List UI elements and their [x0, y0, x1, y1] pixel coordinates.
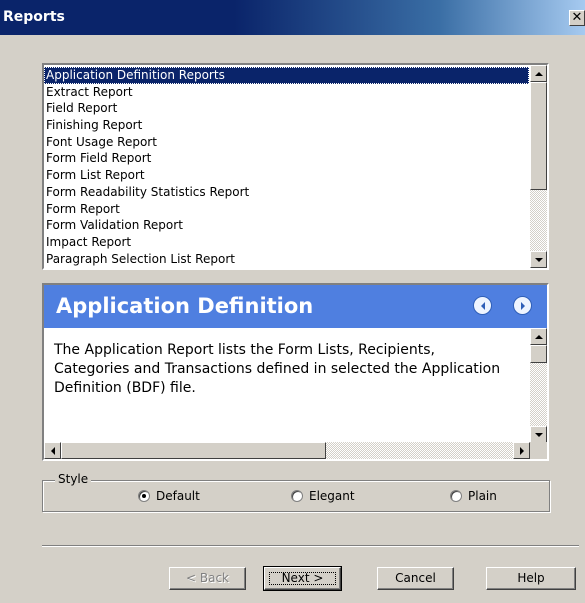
- description-panel: Application Definition The Application R…: [42, 283, 549, 461]
- radio-checked-icon: [138, 490, 150, 502]
- back-button[interactable]: < Back: [169, 567, 246, 590]
- list-item[interactable]: Paragraph Selection List Report: [44, 251, 529, 268]
- style-group-label: Style: [55, 472, 92, 486]
- arrow-up-icon: [534, 334, 543, 339]
- radio-label: Default: [156, 489, 200, 503]
- description-vertical-scrollbar[interactable]: [530, 328, 547, 443]
- report-list-items: Application Definition Reports Extract R…: [44, 67, 529, 267]
- list-item[interactable]: Impact Report: [44, 234, 529, 251]
- scroll-thumb[interactable]: [61, 442, 326, 459]
- list-item[interactable]: Font Usage Report: [44, 134, 529, 151]
- radio-unchecked-icon: [450, 490, 462, 502]
- description-title: Application Definition: [56, 294, 314, 318]
- list-item[interactable]: Form Field Report: [44, 150, 529, 167]
- list-item[interactable]: Form Validation Report: [44, 217, 529, 234]
- scroll-left-button[interactable]: [44, 442, 61, 459]
- scroll-up-button[interactable]: [530, 328, 547, 345]
- style-group: Style Default Elegant Plain: [42, 472, 550, 512]
- arrow-down-icon: [534, 432, 543, 437]
- list-item[interactable]: Application Definition Reports: [44, 67, 529, 84]
- radio-label: Plain: [468, 489, 497, 503]
- scroll-down-button[interactable]: [530, 251, 547, 268]
- description-text: The Application Report lists the Form Li…: [54, 342, 501, 396]
- previous-report-button[interactable]: [473, 296, 492, 315]
- list-item[interactable]: Form Readability Statistics Report: [44, 184, 529, 201]
- scroll-up-button[interactable]: [530, 65, 547, 82]
- radio-unchecked-icon: [291, 490, 303, 502]
- list-vertical-scrollbar[interactable]: [530, 65, 547, 268]
- title-bar: Reports ✕: [0, 0, 585, 35]
- style-radio-plain[interactable]: Plain: [450, 489, 497, 503]
- style-radio-default[interactable]: Default: [138, 489, 200, 503]
- list-item[interactable]: Finishing Report: [44, 117, 529, 134]
- arrow-up-icon: [534, 71, 543, 76]
- arrow-left-icon: [480, 301, 485, 310]
- button-separator: [42, 545, 579, 547]
- radio-label: Elegant: [309, 489, 355, 503]
- style-radio-elegant[interactable]: Elegant: [291, 489, 355, 503]
- description-horizontal-scrollbar[interactable]: [44, 442, 530, 459]
- description-header: Application Definition: [44, 285, 547, 328]
- next-button[interactable]: Next >: [263, 566, 342, 591]
- list-item[interactable]: Extract Report: [44, 84, 529, 101]
- close-icon: ✕: [571, 10, 583, 25]
- scroll-down-button[interactable]: [530, 426, 547, 443]
- arrow-down-icon: [534, 257, 543, 262]
- window-title: Reports: [3, 9, 65, 25]
- report-listbox[interactable]: Application Definition Reports Extract R…: [42, 63, 549, 270]
- list-item[interactable]: Field Report: [44, 100, 529, 117]
- help-button[interactable]: Help: [486, 567, 576, 590]
- close-button[interactable]: ✕: [569, 10, 585, 26]
- cancel-button[interactable]: Cancel: [377, 567, 454, 590]
- list-item[interactable]: Form List Report: [44, 167, 529, 184]
- scroll-thumb[interactable]: [530, 345, 547, 363]
- next-report-button[interactable]: [513, 296, 532, 315]
- scrollbar-corner: [530, 442, 547, 459]
- arrow-right-icon: [520, 301, 525, 310]
- list-item[interactable]: Form Report: [44, 201, 529, 218]
- scroll-right-button[interactable]: [513, 442, 530, 459]
- arrow-left-icon: [50, 446, 55, 455]
- arrow-right-icon: [519, 446, 524, 455]
- scroll-thumb[interactable]: [530, 82, 547, 190]
- next-button-label: Next >: [265, 568, 340, 589]
